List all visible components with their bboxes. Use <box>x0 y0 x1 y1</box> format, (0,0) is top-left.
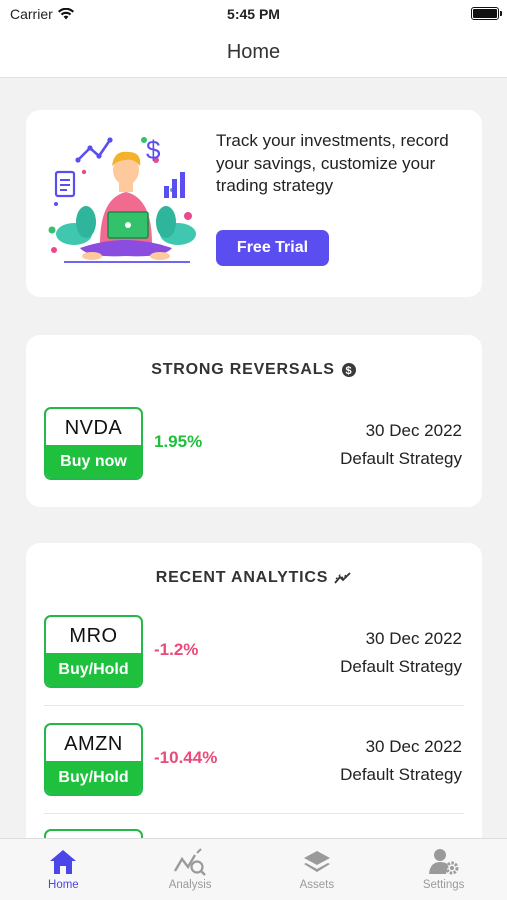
layers-icon <box>303 851 330 872</box>
row-divider <box>44 705 464 706</box>
tab-analysis[interactable]: Analysis <box>127 839 254 900</box>
row-divider <box>44 813 464 814</box>
user-settings-icon <box>428 849 459 875</box>
percent-change: 1.95% <box>154 432 203 451</box>
tab-label: Analysis <box>168 879 212 891</box>
page-title: Home <box>226 41 281 63</box>
section-title: RECENT ANALYTICS <box>155 569 329 586</box>
investor-illustration: $ <box>48 135 196 263</box>
buy-now-button[interactable]: Buy now <box>46 445 141 478</box>
trend-icon <box>334 572 351 584</box>
row-meta: 30 Dec 2022 Default Strategy <box>340 417 462 473</box>
tab-label: Assets <box>299 879 335 891</box>
strategy-name: Default Strategy <box>340 449 462 468</box>
tab-home[interactable]: Home <box>0 839 127 900</box>
svg-text:$: $ <box>146 135 161 165</box>
ticker-badge[interactable]: NVDA Buy now <box>44 407 143 480</box>
navigation-bar: Home <box>0 28 507 78</box>
signal-date: 30 Dec 2022 <box>365 737 462 756</box>
strategy-name: Default Strategy <box>340 765 462 784</box>
percent-change: -1.2% <box>154 640 199 659</box>
signal-date: 30 Dec 2022 <box>365 629 462 648</box>
status-time: 5:45 PM <box>227 6 280 22</box>
tab-bar: Home Analysis Assets Settings <box>0 838 507 900</box>
strategy-name: Default Strategy <box>340 657 462 676</box>
tab-settings[interactable]: Settings <box>380 839 507 900</box>
status-bar: Carrier 5:45 PM <box>0 0 507 28</box>
recent-analytics-card: RECENT ANALYTICS MRO Buy/Hold -1.2% 30 D… <box>26 543 482 873</box>
signal-date: 30 Dec 2022 <box>365 421 462 440</box>
home-icon <box>50 850 77 874</box>
battery-icon <box>471 7 502 20</box>
tab-label: Settings <box>422 879 465 891</box>
tab-assets[interactable]: Assets <box>254 839 381 900</box>
promo-text: Track your investments, record your savi… <box>216 131 449 195</box>
svg-text:$: $ <box>345 365 352 377</box>
strong-reversals-header: STRONG REVERSALS $ <box>26 361 482 379</box>
stock-row[interactable]: MRO Buy/Hold -1.2% 30 Dec 2022 Default S… <box>26 603 482 699</box>
promo-card: $ Track your investments, record your sa… <box>26 110 482 297</box>
row-meta: 30 Dec 2022 Default Strategy <box>340 733 462 789</box>
dollar-coin-icon: $ <box>341 363 356 377</box>
ticker-symbol: AMZN <box>64 732 123 755</box>
ticker-badge[interactable]: MRO Buy/Hold <box>44 615 143 688</box>
tab-label: Home <box>48 879 79 891</box>
strong-reversals-card: STRONG REVERSALS $ NVDA Buy now 1.95% 30… <box>26 335 482 507</box>
percent-change: -10.44% <box>154 748 218 767</box>
stock-row[interactable]: AMZN Buy/Hold -10.44% 30 Dec 2022 Defaul… <box>26 711 482 807</box>
recent-analytics-header: RECENT ANALYTICS <box>26 569 482 587</box>
ticker-symbol: NVDA <box>64 416 123 439</box>
ticker-badge[interactable]: AMZN Buy/Hold <box>44 723 143 796</box>
buy-hold-button[interactable]: Buy/Hold <box>46 761 141 794</box>
ticker-symbol: MRO <box>69 624 118 647</box>
row-meta: 30 Dec 2022 Default Strategy <box>340 625 462 681</box>
analysis-icon <box>174 848 206 876</box>
stock-row[interactable]: NVDA Buy now 1.95% 30 Dec 2022 Default S… <box>26 395 482 491</box>
section-title: STRONG REVERSALS <box>151 361 335 378</box>
free-trial-button[interactable]: Free Trial <box>216 230 329 266</box>
buy-hold-button[interactable]: Buy/Hold <box>46 653 141 686</box>
